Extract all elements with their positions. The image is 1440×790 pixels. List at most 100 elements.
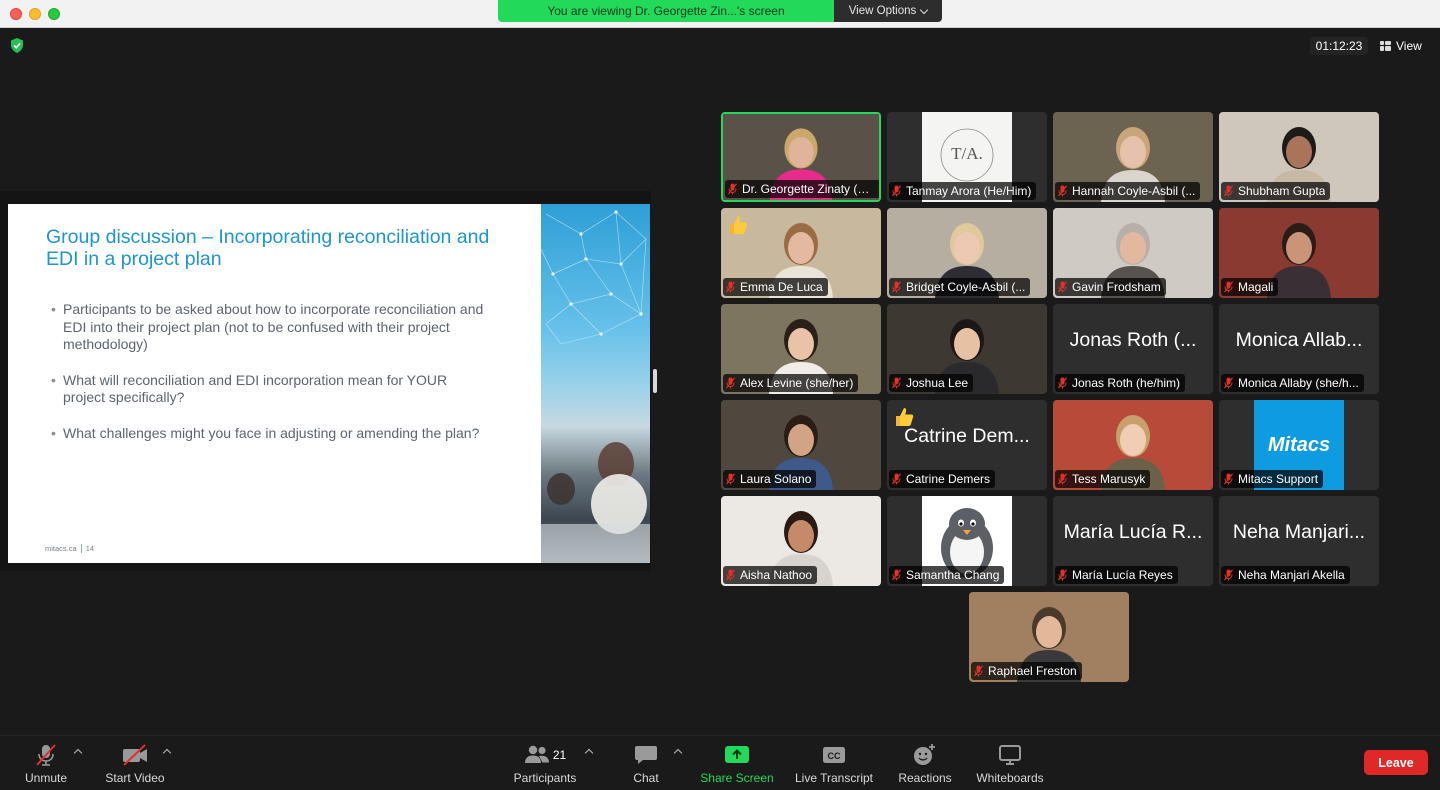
participant-name-tag: Dr. Georgette Zinaty (Sh... bbox=[725, 180, 879, 198]
participant-name-tag: Shubham Gupta bbox=[1221, 182, 1331, 200]
chat-button[interactable]: Chat bbox=[626, 736, 666, 790]
participant-display-name: Neha Manjari... bbox=[1232, 520, 1366, 543]
participant-name-tag: Joshua Lee bbox=[889, 374, 974, 392]
muted-mic-icon bbox=[728, 183, 737, 195]
participant-name: Laura Solano bbox=[740, 472, 812, 486]
participant-tile[interactable]: Neha Manjari... Neha Manjari Akella bbox=[1219, 496, 1379, 586]
participant-name-tag: Magali bbox=[1221, 278, 1279, 296]
live-transcript-button[interactable]: CC Live Transcript bbox=[790, 736, 878, 790]
participant-tile[interactable]: Laura Solano bbox=[721, 400, 881, 490]
participant-name: Emma De Luca bbox=[740, 280, 823, 294]
participant-tile[interactable]: Mitacs Mitacs Support bbox=[1219, 400, 1379, 490]
participant-name: Mitacs Support bbox=[1238, 472, 1319, 486]
muted-mic-icon bbox=[726, 281, 735, 293]
start-video-button[interactable]: Start Video bbox=[98, 736, 172, 790]
muted-mic-icon bbox=[726, 473, 735, 485]
participant-tile[interactable]: Samantha Chang bbox=[887, 496, 1047, 586]
participant-tile[interactable]: María Lucía R... María Lucía Reyes bbox=[1053, 496, 1213, 586]
participant-name: Tanmay Arora (He/Him) bbox=[906, 184, 1032, 198]
meeting-toolbar: Unmute Start Video 21 Participants Chat … bbox=[0, 735, 1440, 790]
participant-name-tag: Aisha Nathoo bbox=[723, 566, 818, 584]
participant-name-tag: Alex Levine (she/her) bbox=[723, 374, 859, 392]
participant-name: Samantha Chang bbox=[906, 568, 1000, 582]
reactions-button[interactable]: Reactions bbox=[894, 736, 956, 790]
participant-tile[interactable]: Shubham Gupta bbox=[1219, 112, 1379, 202]
participant-name: Catrine Demers bbox=[906, 472, 991, 486]
muted-mic-icon bbox=[974, 665, 983, 677]
close-window-button[interactable] bbox=[10, 8, 22, 20]
participants-count: 21 bbox=[552, 748, 567, 762]
participants-button[interactable]: 21 Participants bbox=[508, 736, 582, 790]
participant-name-tag: Raphael Freston bbox=[971, 662, 1082, 680]
view-options-button[interactable]: View Options bbox=[834, 0, 942, 22]
meeting-timer: 01:12:23 bbox=[1310, 37, 1368, 55]
participant-name-tag: Neha Manjari Akella bbox=[1221, 566, 1350, 584]
muted-mic-icon bbox=[1224, 473, 1233, 485]
participant-name: María Lucía Reyes bbox=[1072, 568, 1173, 582]
participant-name: Jonas Roth (he/him) bbox=[1072, 376, 1181, 390]
participant-tile[interactable]: Joshua Lee bbox=[887, 304, 1047, 394]
muted-mic-icon bbox=[1224, 281, 1233, 293]
participant-tile[interactable]: Tess Marusyk bbox=[1053, 400, 1213, 490]
maximize-window-button[interactable] bbox=[48, 8, 60, 20]
split-resize-handle[interactable] bbox=[653, 369, 657, 393]
leave-meeting-button[interactable]: Leave bbox=[1364, 750, 1428, 775]
participants-options-caret[interactable] bbox=[584, 748, 594, 758]
slide-bullet: What will reconciliation and EDI incorpo… bbox=[51, 372, 491, 407]
participant-tile[interactable]: Gavin Frodsham bbox=[1053, 208, 1213, 298]
participant-name: Hannah Coyle-Asbil (... bbox=[1072, 184, 1196, 198]
participant-name: Dr. Georgette Zinaty (Sh... bbox=[742, 182, 876, 196]
participant-tile[interactable]: Magali bbox=[1219, 208, 1379, 298]
muted-mic-icon bbox=[892, 377, 901, 389]
participant-name-tag: Laura Solano bbox=[723, 470, 817, 488]
whiteboards-button[interactable]: Whiteboards bbox=[972, 736, 1048, 790]
chat-options-caret[interactable] bbox=[673, 748, 683, 758]
slide-side-image bbox=[541, 204, 650, 563]
slide-page-number: 14 bbox=[80, 544, 95, 553]
participant-name: Monica Allaby (she/h... bbox=[1238, 376, 1359, 390]
muted-mic-icon bbox=[892, 281, 901, 293]
participants-label: Participants bbox=[513, 771, 577, 785]
participant-tile[interactable]: Jonas Roth (... Jonas Roth (he/him) bbox=[1053, 304, 1213, 394]
participant-name-tag: Emma De Luca bbox=[723, 278, 828, 296]
participant-tile[interactable]: Hannah Coyle-Asbil (... bbox=[1053, 112, 1213, 202]
closed-captions-icon: CC bbox=[823, 747, 845, 763]
meeting-area: 01:12:23 View Group discussion – Incorpo… bbox=[0, 29, 1440, 735]
unmute-button[interactable]: Unmute bbox=[18, 736, 74, 790]
muted-mic-icon bbox=[892, 569, 901, 581]
view-button[interactable]: View bbox=[1380, 36, 1422, 56]
participant-name: Neha Manjari Akella bbox=[1238, 568, 1345, 582]
view-grid-icon bbox=[1380, 41, 1391, 51]
chat-label: Chat bbox=[633, 771, 659, 785]
share-screen-button[interactable]: Share Screen bbox=[698, 736, 776, 790]
muted-mic-icon bbox=[1058, 473, 1067, 485]
participant-name-tag: Jonas Roth (he/him) bbox=[1055, 374, 1186, 392]
reactions-smiley-icon bbox=[914, 744, 935, 765]
participant-name-tag: Hannah Coyle-Asbil (... bbox=[1055, 182, 1201, 200]
muted-mic-icon bbox=[726, 569, 735, 581]
participant-name: Joshua Lee bbox=[906, 376, 969, 390]
shield-check-icon[interactable] bbox=[10, 38, 24, 53]
participant-tile[interactable]: Alex Levine (she/her) bbox=[721, 304, 881, 394]
network-pattern-graphic bbox=[541, 210, 650, 563]
participant-name-tag: Bridget Coyle-Asbil (... bbox=[889, 278, 1031, 296]
participant-tile[interactable]: Bridget Coyle-Asbil (... bbox=[887, 208, 1047, 298]
participant-tile[interactable]: Catrine Dem... Catrine Demers bbox=[887, 400, 1047, 490]
participant-name: Tess Marusyk bbox=[1072, 472, 1146, 486]
participant-tile[interactable]: Raphael Freston bbox=[969, 592, 1129, 682]
minimize-window-button[interactable] bbox=[29, 8, 41, 20]
participant-name: Aisha Nathoo bbox=[740, 568, 813, 582]
participant-tile[interactable]: Monica Allab... Monica Allaby (she/h... bbox=[1219, 304, 1379, 394]
muted-mic-icon bbox=[1058, 185, 1067, 197]
participant-name-tag: Monica Allaby (she/h... bbox=[1221, 374, 1364, 392]
participant-tile[interactable]: Emma De Luca bbox=[721, 208, 881, 298]
participant-tile[interactable]: Aisha Nathoo bbox=[721, 496, 881, 586]
audio-options-caret[interactable] bbox=[73, 748, 83, 758]
slide-title: Group discussion – Incorporating reconci… bbox=[46, 226, 490, 270]
participant-name-tag: Tanmay Arora (He/Him) bbox=[889, 182, 1037, 200]
whiteboards-label: Whiteboards bbox=[976, 771, 1044, 785]
view-options-label: View Options bbox=[848, 5, 917, 17]
muted-mic-icon bbox=[1224, 569, 1233, 581]
participant-tile[interactable]: Dr. Georgette Zinaty (Sh... bbox=[721, 112, 881, 202]
participant-tile[interactable]: T/A. Tanmay Arora (He/Him) bbox=[887, 112, 1047, 202]
